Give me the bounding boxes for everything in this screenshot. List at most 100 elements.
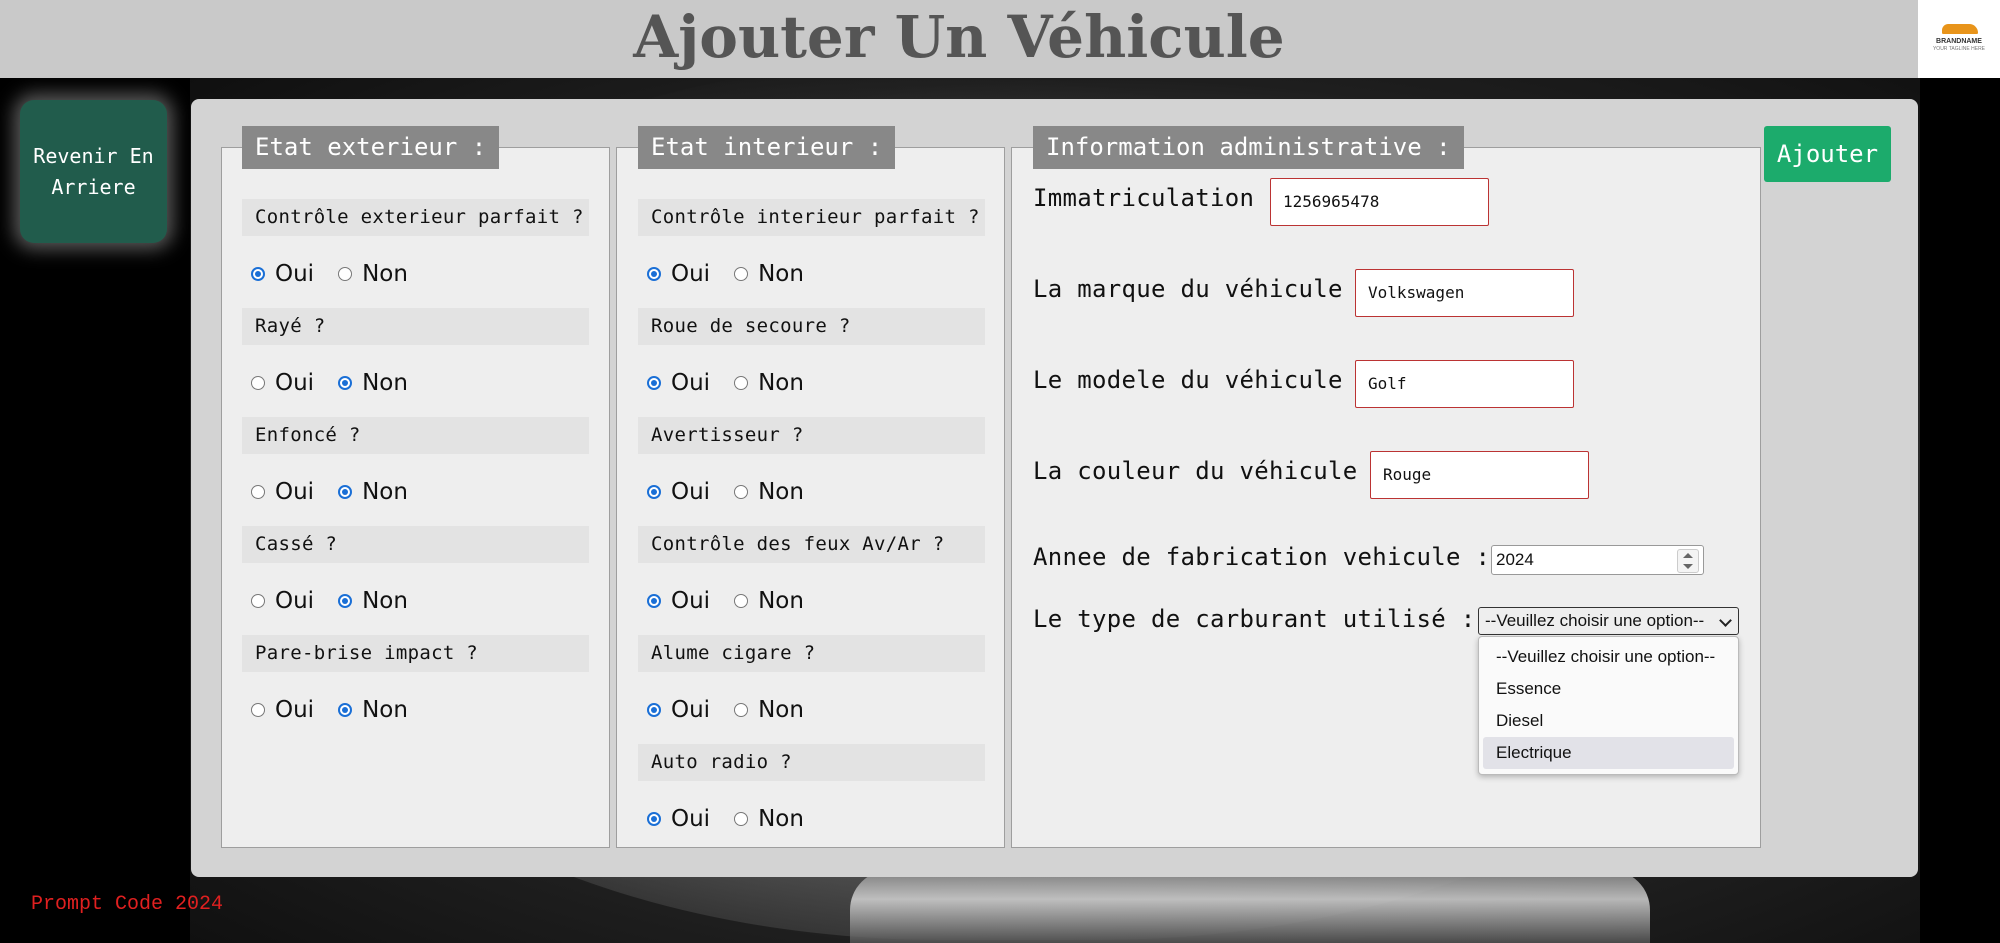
radio-non[interactable]: [338, 594, 353, 608]
radio-non[interactable]: [338, 376, 353, 390]
interieur-question-label: Auto radio ?: [638, 744, 985, 781]
radio-oui-label: Oui: [275, 588, 315, 614]
page-title: Ajouter Un Véhicule: [633, 3, 1285, 71]
exterieur-question-label: Cassé ?: [242, 526, 589, 563]
radio-non[interactable]: [734, 812, 749, 826]
header-bar: Ajouter Un Véhicule: [0, 0, 1918, 78]
modele-input[interactable]: Golf: [1355, 360, 1574, 408]
couleur-label: La couleur du véhicule :: [1033, 457, 1387, 485]
interieur-radio-group: Oui Non: [643, 804, 824, 834]
radio-oui[interactable]: [647, 812, 661, 826]
legend-administrative: Information administrative :: [1033, 126, 1464, 169]
radio-oui-label: Oui: [671, 261, 711, 287]
interieur-radio-group: Oui Non: [643, 259, 824, 289]
radio-oui[interactable]: [647, 594, 661, 608]
radio-non[interactable]: [338, 485, 353, 499]
annee-input[interactable]: 2024: [1491, 545, 1704, 575]
radio-oui[interactable]: [647, 267, 661, 281]
annee-label: Annee de fabrication vehicule :: [1033, 543, 1491, 571]
radio-oui[interactable]: [251, 703, 265, 717]
footer-text: Prompt Code 2024: [31, 893, 224, 916]
radio-non[interactable]: [338, 267, 353, 281]
radio-non[interactable]: [734, 703, 749, 717]
exterieur-radio-group: Oui Non: [247, 477, 428, 507]
radio-non-label: Non: [362, 697, 408, 723]
radio-non[interactable]: [734, 267, 749, 281]
radio-oui[interactable]: [251, 376, 265, 390]
marque-input[interactable]: Volkswagen: [1355, 269, 1574, 317]
radio-non[interactable]: [338, 703, 353, 717]
radio-oui[interactable]: [251, 485, 265, 499]
add-button[interactable]: Ajouter: [1764, 126, 1891, 182]
radio-oui-label: Oui: [671, 588, 711, 614]
radio-oui-label: Oui: [275, 370, 315, 396]
radio-non[interactable]: [734, 594, 749, 608]
dropdown-option[interactable]: Diesel: [1483, 705, 1734, 737]
carburant-label: Le type de carburant utilisé :: [1033, 605, 1476, 633]
modele-label: Le modele du véhicule :: [1033, 366, 1373, 394]
background-right: [1920, 78, 2000, 943]
radio-non-label: Non: [758, 588, 804, 614]
radio-oui-label: Oui: [275, 479, 315, 505]
background-bumper: [850, 870, 1650, 943]
radio-non[interactable]: [734, 485, 749, 499]
radio-oui-label: Oui: [671, 370, 711, 396]
radio-non-label: Non: [758, 261, 804, 287]
radio-oui-label: Oui: [671, 479, 711, 505]
carburant-select[interactable]: --Veuillez choisir une option--: [1478, 607, 1739, 635]
radio-oui[interactable]: [647, 376, 661, 390]
exterieur-question-label: Contrôle exterieur parfait ?: [242, 199, 589, 236]
exterieur-radio-group: Oui Non: [247, 368, 428, 398]
carburant-selected: --Veuillez choisir une option--: [1485, 611, 1705, 630]
legend-interieur: Etat interieur :: [638, 126, 896, 169]
radio-oui-label: Oui: [671, 806, 711, 832]
interieur-radio-group: Oui Non: [643, 368, 824, 398]
radio-oui-label: Oui: [671, 697, 711, 723]
radio-non-label: Non: [362, 588, 408, 614]
radio-non-label: Non: [758, 806, 804, 832]
radio-oui-label: Oui: [275, 261, 315, 287]
radio-oui[interactable]: [647, 485, 661, 499]
legend-exterieur: Etat exterieur :: [242, 126, 500, 169]
dropdown-option[interactable]: --Veuillez choisir une option--: [1483, 641, 1734, 673]
logo-text: BRANDNAME: [1936, 38, 1982, 45]
exterieur-question-label: Pare-brise impact ?: [242, 635, 589, 672]
interieur-question-label: Alume cigare ?: [638, 635, 985, 672]
carburant-dropdown: --Veuillez choisir une option-- Essence …: [1478, 636, 1739, 775]
radio-oui[interactable]: [647, 703, 661, 717]
radio-non-label: Non: [362, 261, 408, 287]
radio-non-label: Non: [758, 479, 804, 505]
brand-logo[interactable]: BRANDNAME YOUR TAGLINE HERE: [1918, 0, 2000, 78]
car-logo-icon: [1942, 24, 1978, 34]
radio-non[interactable]: [734, 376, 749, 390]
couleur-input[interactable]: Rouge: [1370, 451, 1589, 499]
logo-tagline: YOUR TAGLINE HERE: [1932, 46, 1986, 52]
number-spinner-icon[interactable]: [1677, 549, 1699, 573]
radio-non-label: Non: [362, 479, 408, 505]
interieur-radio-group: Oui Non: [643, 477, 824, 507]
interieur-question-label: Contrôle des feux Av/Ar ?: [638, 526, 985, 563]
marque-label: La marque du véhicule :: [1033, 275, 1373, 303]
radio-oui[interactable]: [251, 594, 265, 608]
radio-oui-label: Oui: [275, 697, 315, 723]
exterieur-question-label: Rayé ?: [242, 308, 589, 345]
interieur-question-label: Avertisseur ?: [638, 417, 985, 454]
radio-non-label: Non: [758, 697, 804, 723]
exterieur-question-label: Enfoncé ?: [242, 417, 589, 454]
exterieur-radio-group: Oui Non: [247, 586, 428, 616]
annee-value: 2024: [1496, 550, 1534, 569]
radio-oui[interactable]: [251, 267, 265, 281]
chevron-down-icon: [1719, 614, 1732, 627]
dropdown-option-hovered[interactable]: Electrique: [1483, 737, 1734, 769]
interieur-question-label: Roue de secoure ?: [638, 308, 985, 345]
radio-non-label: Non: [758, 370, 804, 396]
dropdown-option[interactable]: Essence: [1483, 673, 1734, 705]
back-button[interactable]: Revenir En Arriere: [20, 100, 167, 243]
interieur-radio-group: Oui Non: [643, 695, 824, 725]
immatriculation-label: Immatriculation :: [1033, 184, 1284, 212]
immatriculation-input[interactable]: 1256965478: [1270, 178, 1489, 226]
exterieur-radio-group: Oui Non: [247, 259, 428, 289]
exterieur-radio-group: Oui Non: [247, 695, 428, 725]
radio-non-label: Non: [362, 370, 408, 396]
interieur-question-label: Contrôle interieur parfait ?: [638, 199, 985, 236]
